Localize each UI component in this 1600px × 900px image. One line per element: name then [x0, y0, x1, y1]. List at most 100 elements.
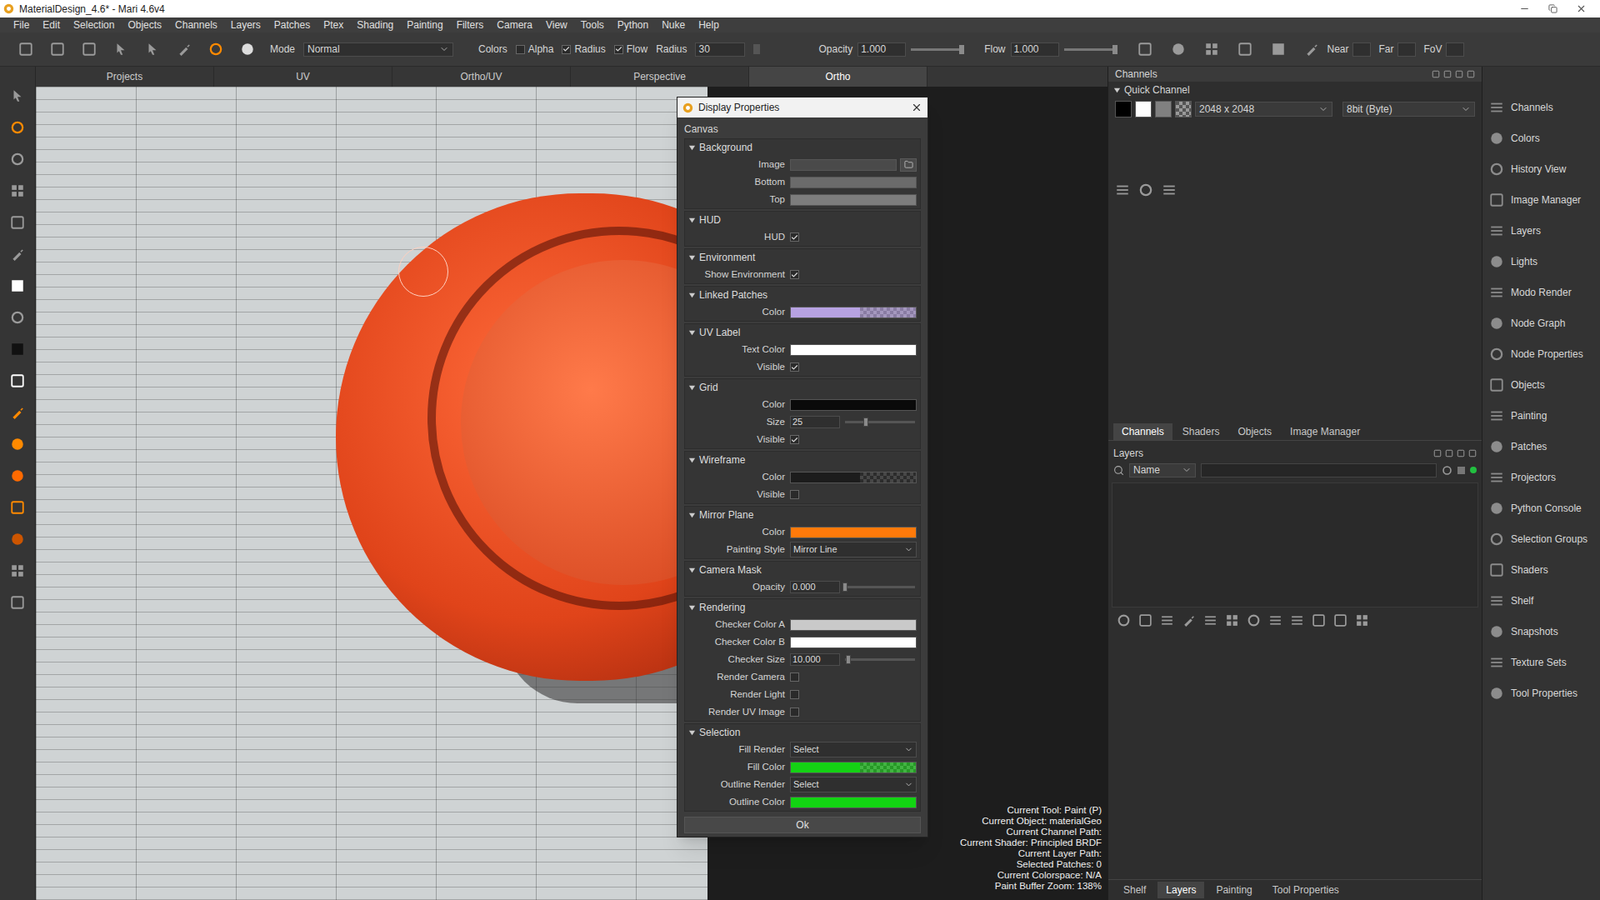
tool-icon[interactable] — [10, 310, 25, 325]
view-tool-icon[interactable] — [1304, 41, 1320, 57]
tool-icon[interactable] — [10, 500, 25, 515]
bottom-tab[interactable]: Painting — [1207, 881, 1260, 899]
menu-item[interactable]: Tools — [574, 17, 611, 33]
view-tool-icon[interactable] — [1137, 41, 1153, 57]
color-swatch[interactable] — [790, 761, 917, 774]
layer-action-icon[interactable] — [1225, 613, 1240, 628]
menu-item[interactable]: Objects — [120, 17, 169, 33]
tool-icon[interactable] — [10, 405, 25, 420]
menu-item[interactable]: Channels — [168, 17, 225, 33]
toolbar-toggle[interactable]: Radius — [561, 41, 605, 57]
section-header[interactable]: Rendering — [685, 599, 920, 616]
menu-item[interactable]: Nuke — [655, 17, 692, 33]
color-swatch[interactable] — [790, 636, 917, 649]
toolbar-tool-icon[interactable] — [50, 41, 65, 57]
palette-icon[interactable] — [1489, 655, 1505, 670]
tool-icon[interactable] — [10, 183, 25, 199]
slider-handle[interactable] — [1112, 45, 1118, 55]
palette-icon[interactable] — [1489, 500, 1505, 516]
panel-tab[interactable]: Image Manager — [1281, 423, 1369, 440]
number-slider[interactable] — [845, 658, 915, 661]
palette-item[interactable]: Python Console — [1482, 492, 1600, 524]
viewport-tab[interactable]: Ortho — [749, 66, 928, 87]
channel-action-icon[interactable] — [1138, 182, 1154, 198]
panel-tab[interactable]: Channels — [1113, 423, 1173, 440]
toolbar-tool-icon[interactable] — [81, 41, 97, 57]
bottom-tab[interactable]: Shelf — [1115, 881, 1155, 899]
slider-handle[interactable] — [845, 655, 851, 665]
number-field[interactable]: 10.000 — [790, 653, 840, 666]
view-tool-icon[interactable] — [1204, 41, 1220, 57]
view-tool-icon[interactable] — [1270, 41, 1286, 57]
toolbar-toggle[interactable]: Alpha — [515, 41, 555, 57]
palette-icon[interactable] — [1489, 130, 1505, 146]
palette-icon[interactable] — [1489, 593, 1505, 609]
palette-icon[interactable] — [1489, 100, 1505, 115]
row-checkbox[interactable] — [790, 270, 800, 280]
toolbar-toggle[interactable]: Flow — [614, 41, 648, 57]
color-swatch[interactable] — [790, 796, 917, 809]
section-header[interactable]: Wireframe — [685, 451, 920, 469]
bottom-tab[interactable]: Tool Properties — [1264, 881, 1348, 899]
slider-handle[interactable] — [842, 582, 848, 592]
radius-slider-handle[interactable] — [753, 44, 760, 55]
row-checkbox[interactable] — [790, 672, 800, 682]
palette-icon[interactable] — [1489, 562, 1505, 578]
palette-item[interactable]: Layers — [1482, 215, 1600, 246]
panel-control-icon[interactable] — [1433, 449, 1442, 458]
palette-icon[interactable] — [1489, 315, 1505, 331]
select-field[interactable]: Select — [790, 776, 917, 793]
color-swatch[interactable] — [790, 176, 917, 189]
menu-item[interactable]: Painting — [400, 17, 450, 33]
toggle-checkbox[interactable] — [515, 45, 525, 55]
section-header[interactable]: Background — [685, 139, 920, 156]
channel-action-icon[interactable] — [1115, 182, 1130, 198]
row-checkbox[interactable] — [790, 490, 800, 500]
palette-item[interactable]: Image Manager — [1482, 184, 1600, 215]
menu-item[interactable]: Filters — [450, 17, 491, 33]
number-field[interactable]: 0.000 — [790, 580, 840, 594]
panel-tab[interactable]: Objects — [1229, 423, 1280, 440]
palette-item[interactable]: Shaders — [1482, 554, 1600, 585]
close-icon[interactable] — [1575, 3, 1587, 15]
palette-item[interactable]: Shelf — [1482, 585, 1600, 616]
palette-icon[interactable] — [1489, 192, 1505, 208]
row-checkbox[interactable] — [790, 362, 800, 372]
palette-icon[interactable] — [1489, 531, 1505, 547]
slider-track[interactable] — [1064, 48, 1118, 51]
menu-item[interactable]: File — [6, 17, 36, 33]
filter-select[interactable]: Name — [1129, 463, 1196, 478]
palette-icon[interactable] — [1489, 439, 1505, 455]
palette-item[interactable]: Projectors — [1482, 461, 1600, 493]
lock-square-icon[interactable] — [1457, 466, 1465, 475]
tool-icon[interactable] — [10, 373, 25, 389]
toolbar-tool-icon[interactable] — [208, 41, 224, 57]
section-header[interactable]: Linked Patches — [685, 286, 920, 304]
panel-control-icon[interactable] — [1445, 449, 1454, 458]
image-field[interactable] — [790, 159, 897, 171]
section-header[interactable]: Selection — [685, 724, 920, 741]
ok-button[interactable]: Ok — [684, 816, 921, 834]
panel-tab[interactable]: Shaders — [1174, 423, 1229, 440]
layer-action-icon[interactable] — [1355, 613, 1370, 628]
palette-icon[interactable] — [1489, 254, 1505, 270]
layer-action-icon[interactable] — [1203, 613, 1218, 628]
menu-item[interactable]: Camera — [490, 17, 540, 33]
menu-item[interactable]: Selection — [66, 17, 121, 33]
menu-item[interactable]: Ptex — [316, 17, 350, 33]
number-slider[interactable] — [845, 585, 915, 589]
section-header[interactable]: Mirror Plane — [685, 506, 920, 524]
tool-icon[interactable] — [10, 563, 25, 579]
palette-item[interactable]: Modo Render — [1482, 276, 1600, 308]
toolbar-tool-icon[interactable] — [113, 41, 129, 57]
layer-action-icon[interactable] — [1246, 613, 1261, 628]
row-checkbox[interactable] — [790, 707, 800, 717]
tool-icon[interactable] — [10, 468, 25, 484]
tool-icon[interactable] — [10, 151, 25, 167]
section-header[interactable]: Camera Mask — [685, 561, 920, 579]
tool-icon[interactable] — [10, 120, 25, 135]
filter-input[interactable] — [1200, 463, 1437, 478]
palette-icon[interactable] — [1489, 161, 1505, 177]
color-swatch[interactable] — [790, 526, 917, 539]
row-checkbox[interactable] — [790, 435, 800, 445]
